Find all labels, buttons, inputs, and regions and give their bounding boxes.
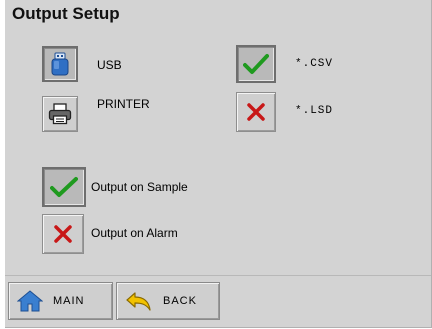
printer-button[interactable] xyxy=(42,96,78,132)
checkmark-icon xyxy=(50,177,78,197)
x-mark-icon xyxy=(54,225,72,243)
csv-toggle-button[interactable] xyxy=(236,45,276,83)
csv-label: *.CSV xyxy=(295,58,334,70)
printer-label: PRINTER xyxy=(97,97,150,111)
main-button[interactable]: MAIN xyxy=(8,282,113,320)
usb-drive-icon xyxy=(51,52,69,76)
usb-label: USB xyxy=(97,58,122,72)
x-mark-icon xyxy=(247,103,265,121)
lsd-label: *.LSD xyxy=(295,105,334,117)
output-setup-panel: Output Setup USB PRINTER *.CSV *.LSD Out… xyxy=(5,0,432,328)
page-title: Output Setup xyxy=(12,4,120,23)
output-on-alarm-toggle[interactable] xyxy=(42,214,84,254)
back-button[interactable]: BACK xyxy=(116,282,220,320)
back-arrow-icon xyxy=(126,292,151,311)
main-button-label: MAIN xyxy=(53,295,85,307)
lsd-toggle-button[interactable] xyxy=(236,92,276,132)
home-icon xyxy=(17,290,43,312)
output-on-alarm-label: Output on Alarm xyxy=(91,226,178,240)
checkmark-icon xyxy=(243,54,269,74)
usb-button[interactable] xyxy=(42,46,78,82)
bottom-divider xyxy=(5,275,431,276)
output-on-sample-label: Output on Sample xyxy=(91,180,188,194)
printer-icon xyxy=(48,103,72,125)
output-on-sample-toggle[interactable] xyxy=(42,167,86,207)
back-button-label: BACK xyxy=(163,295,197,307)
